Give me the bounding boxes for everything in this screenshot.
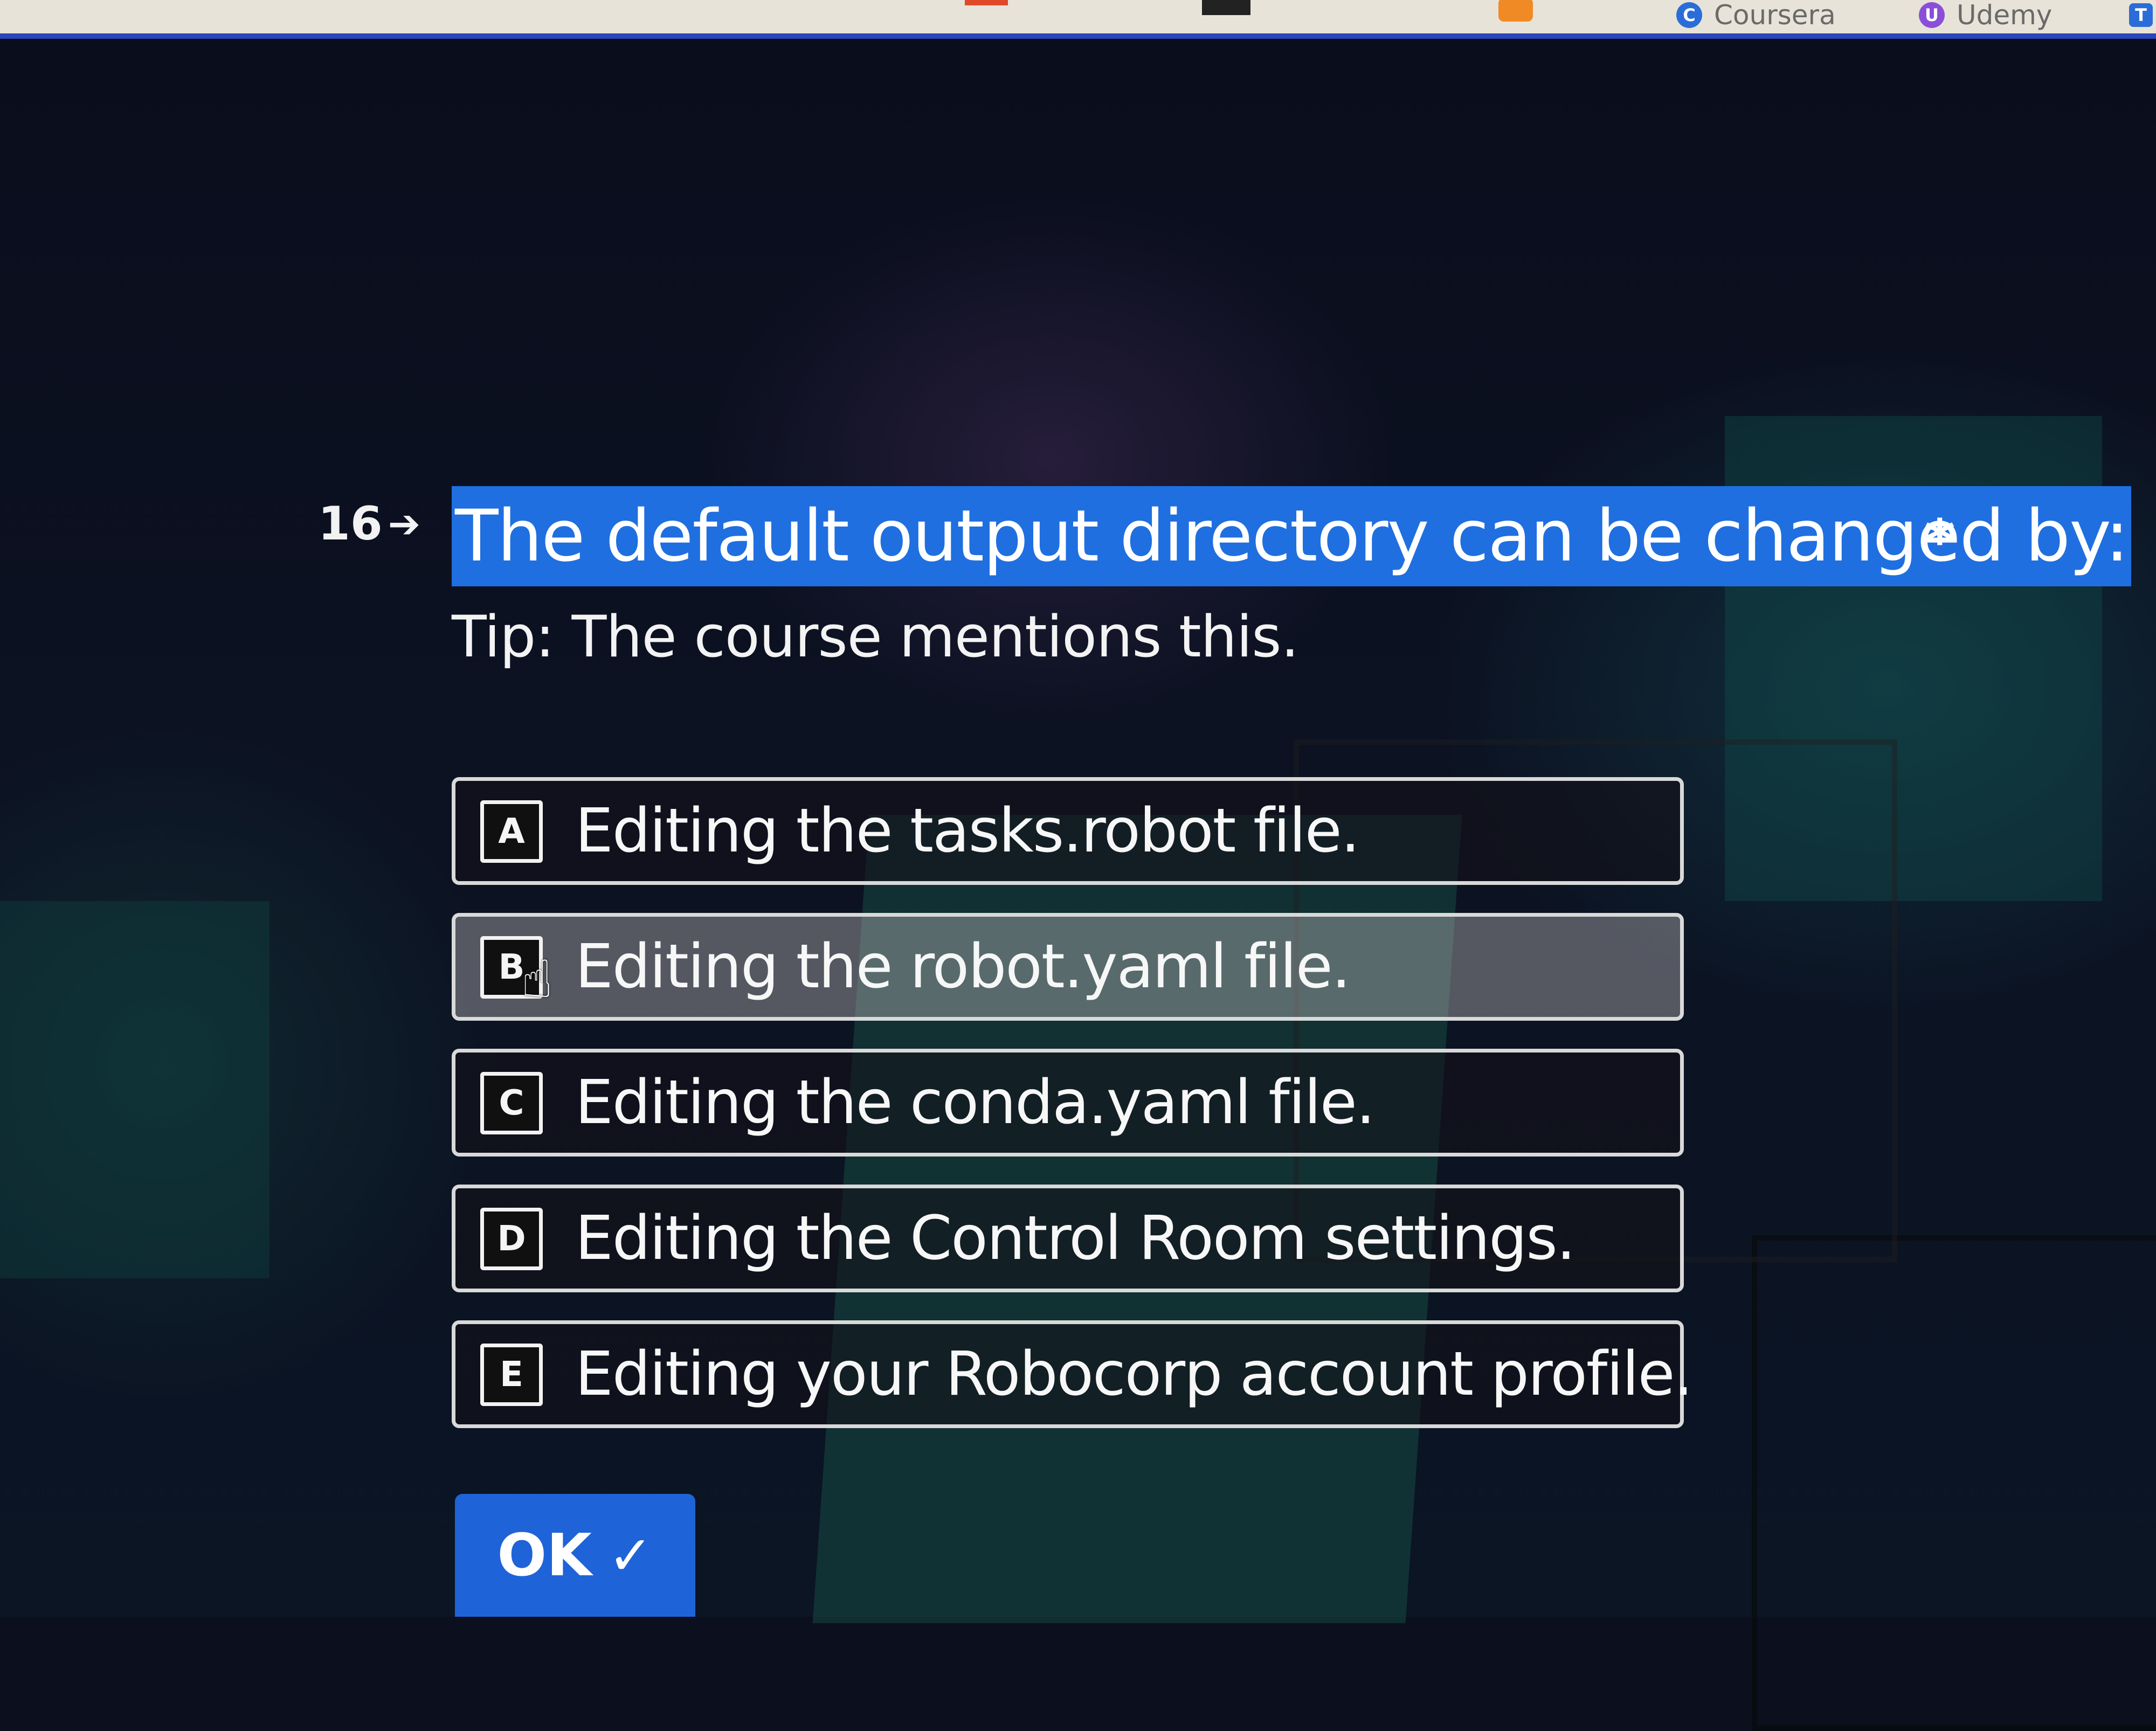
choice-label: Editing the robot.yaml file. [575,932,1351,1002]
choice-list: A Editing the tasks.robot file. B Editin… [452,777,1693,1456]
bookmark-label: Coursera [1714,0,1836,31]
background-outline [1752,1235,2156,1731]
choice-key-badge: C [480,1072,543,1134]
bookmark-udemy[interactable]: U Udemy [1919,0,2053,31]
bookmark-aws[interactable] [1498,0,1533,30]
required-asterisk: * [1924,507,1955,576]
bookmark-icon: T [2129,3,2153,27]
choice-label: Editing the Control Room settings. [575,1203,1575,1273]
bookmark-partial[interactable] [965,0,1008,30]
choice-c[interactable]: C Editing the conda.yaml file. [452,1049,1684,1157]
choice-key-badge: A [480,800,543,863]
choice-key-badge: E [480,1344,543,1406]
choice-label: Editing the tasks.robot file. [575,796,1360,866]
bookmark-hackerrank[interactable] [1202,0,1250,30]
choice-d[interactable]: D Editing the Control Room settings. [452,1185,1684,1292]
bookmark-coursera[interactable]: C Coursera [1676,0,1836,31]
choice-label: Editing the conda.yaml file. [575,1068,1375,1138]
ok-button-label: OK [497,1521,592,1589]
question-title: The default output directory can be chan… [452,486,2132,586]
bookmark-extra[interactable]: T [2129,0,2153,30]
udemy-icon: U [1919,2,1945,28]
question-number-text: 16 [318,497,383,551]
ok-button[interactable]: OK ✓ [455,1494,695,1617]
aws-icon [1498,0,1533,22]
coursera-icon: C [1676,2,1702,28]
background-shape [0,901,270,1278]
hackerrank-icon [1202,0,1250,15]
choice-label: Editing your Robocorp account profile. [575,1339,1693,1409]
question-tip: Tip: The course mentions this. [452,604,1299,670]
question-number: 16 ➔ [318,497,420,551]
bookmark-partial-icon [965,0,1008,5]
arrow-right-icon: ➔ [388,501,421,546]
choice-b[interactable]: B Editing the robot.yaml file. ☝ [452,913,1684,1021]
choice-a[interactable]: A Editing the tasks.robot file. [452,777,1684,885]
bookmark-label: Udemy [1957,0,2053,31]
hand-cursor-icon: ☝ [521,949,553,1009]
choice-e[interactable]: E Editing your Robocorp account profile. [452,1320,1693,1428]
check-icon: ✓ [607,1524,653,1587]
bookmarks-bar: C Coursera U Udemy T [0,0,2156,39]
choice-key-badge: D [480,1208,543,1270]
